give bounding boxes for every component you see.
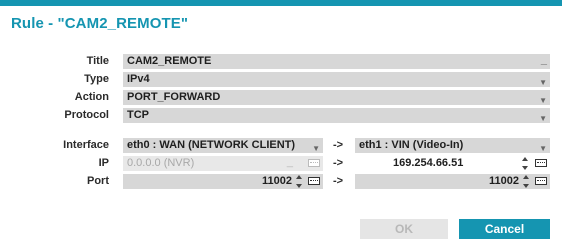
interface-source-select[interactable]: eth0 : WAN (NETWORK CLIENT) ▼ (123, 138, 323, 153)
rule-dialog: Rule - "CAM2_REMOTE" Title CAM2_REMOTE _… (0, 6, 562, 243)
keyboard-icon[interactable] (308, 177, 320, 185)
chevron-down-icon: ▼ (539, 114, 547, 123)
title-label: Title (86, 55, 109, 67)
chevron-down-icon: ▼ (539, 78, 547, 87)
port-label: Port (87, 175, 109, 187)
ip-arrow: -> (333, 157, 344, 169)
type-label: Type (84, 73, 109, 85)
spinner-arrows-icon[interactable] (296, 175, 302, 189)
ip-label: IP (98, 157, 109, 169)
ip-source-input: 0.0.0.0 (NVR) _ (123, 156, 323, 171)
interface-arrow: -> (333, 139, 344, 151)
chevron-down-icon: ▼ (539, 144, 547, 153)
ok-button[interactable]: OK (360, 219, 448, 239)
interface-source-value: eth0 : WAN (NETWORK CLIENT) (127, 139, 296, 151)
chevron-down-icon: ▼ (539, 96, 547, 105)
port-destination-value: 11002 (489, 175, 519, 187)
dialog-title: Rule - "CAM2_REMOTE" (11, 15, 189, 32)
keyboard-icon[interactable] (535, 159, 547, 167)
keyboard-icon[interactable] (535, 177, 547, 185)
action-value: PORT_FORWARD (127, 91, 221, 103)
type-select[interactable]: IPv4 ▼ (123, 72, 550, 87)
interface-destination-value: eth1 : VIN (Video-In) (359, 139, 464, 151)
protocol-select[interactable]: TCP ▼ (123, 108, 550, 123)
type-value: IPv4 (127, 73, 150, 85)
chevron-down-icon: ▼ (312, 144, 320, 153)
protocol-label: Protocol (64, 109, 109, 121)
ip-source-placeholder: 0.0.0.0 (NVR) (127, 157, 195, 169)
action-select[interactable]: PORT_FORWARD ▼ (123, 90, 550, 105)
keyboard-icon (308, 159, 320, 167)
title-field[interactable]: CAM2_REMOTE _ (123, 54, 550, 69)
interface-destination-select[interactable]: eth1 : VIN (Video-In) ▼ (355, 138, 550, 153)
cancel-button[interactable]: Cancel (459, 219, 550, 239)
spinner-arrows-icon[interactable] (522, 157, 528, 171)
text-cursor-icon: _ (540, 54, 547, 66)
action-label: Action (74, 91, 109, 103)
interface-label: Interface (63, 139, 109, 151)
title-value: CAM2_REMOTE (127, 55, 212, 67)
spinner-arrows-icon[interactable] (523, 175, 529, 189)
port-source-input[interactable]: 11002 (123, 174, 323, 189)
ip-destination-value: 169.254.66.51 (393, 157, 464, 169)
port-arrow: -> (333, 175, 344, 187)
text-cursor-icon: _ (286, 156, 293, 168)
port-destination-input[interactable]: 11002 (355, 174, 550, 189)
protocol-value: TCP (127, 109, 149, 121)
ip-destination-input[interactable]: 169.254.66.51 (355, 156, 550, 171)
port-source-value: 11002 (262, 175, 292, 187)
